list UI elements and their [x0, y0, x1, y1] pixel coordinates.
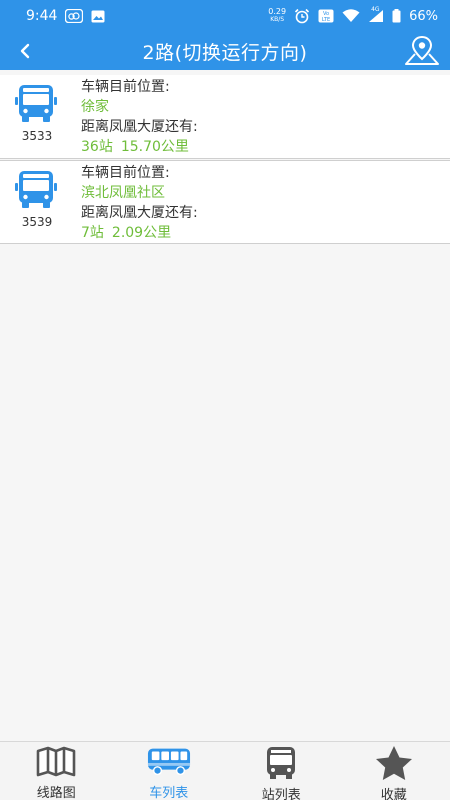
status-time: 9:44	[26, 8, 58, 24]
chevron-left-icon	[20, 43, 30, 59]
map-location-button[interactable]	[404, 34, 440, 68]
signal-icon: 4G	[368, 6, 384, 23]
route-title[interactable]: 2路(切换运行方向)	[0, 38, 450, 65]
bus-icon	[15, 171, 57, 208]
alarm-icon	[294, 8, 310, 24]
tab-stop-list[interactable]: 站列表	[225, 742, 338, 800]
tab-label: 收藏	[380, 788, 407, 800]
bus-icon	[147, 748, 190, 776]
image-icon	[91, 10, 105, 23]
bus-icon	[15, 85, 57, 122]
battery-percent: 66%	[409, 8, 438, 24]
position-label: 车辆目前位置:	[81, 79, 170, 95]
cloud-app-icon	[65, 9, 84, 23]
distance-label: 距离凤凰大厦还有:	[81, 119, 198, 135]
current-position: 滨北凤凰社区	[81, 185, 165, 201]
tab-label: 线路图	[36, 786, 76, 800]
distance-value: 36站 15.70公里	[81, 137, 198, 157]
position-label: 车辆目前位置:	[81, 165, 170, 181]
bus-number: 3533	[21, 129, 53, 143]
tab-label: 车列表	[149, 786, 189, 800]
current-position: 徐家	[81, 99, 109, 115]
tab-vehicle-list[interactable]: 车列表	[113, 742, 226, 800]
tab-route-map[interactable]: 线路图	[0, 742, 113, 800]
bus-number: 3539	[21, 215, 53, 229]
km-remaining: 15.70公里	[120, 139, 189, 155]
network-speed: 0.29 KB/S	[268, 7, 287, 24]
map-pin-icon	[405, 35, 439, 65]
vehicle-info: 车辆目前位置: 徐家 距离凤凰大厦还有: 36站 15.70公里	[81, 77, 198, 157]
app-toolbar: 2路(切换运行方向)	[0, 32, 450, 70]
km-remaining: 2.09公里	[111, 225, 172, 241]
status-bar: 9:44 0.29 KB/S Vo LTE 4G 66%	[0, 0, 450, 32]
distance-label: 距离凤凰大厦还有:	[81, 205, 198, 221]
star-icon	[375, 746, 412, 780]
vehicle-card[interactable]: 3533 车辆目前位置: 徐家 距离凤凰大厦还有: 36站 15.70公里	[0, 75, 450, 159]
stops-remaining: 36站	[81, 139, 113, 155]
map-icon	[36, 746, 76, 777]
volte-icon: Vo LTE	[318, 9, 334, 23]
bus-front-icon	[267, 747, 296, 779]
vehicle-list: 3533 车辆目前位置: 徐家 距离凤凰大厦还有: 36站 15.70公里 353…	[0, 75, 450, 245]
stops-remaining: 7站	[81, 225, 104, 241]
vehicle-info: 车辆目前位置: 滨北凤凰社区 距离凤凰大厦还有: 7站 2.09公里	[81, 163, 198, 243]
svg-text:LTE: LTE	[322, 17, 330, 23]
tab-favorites[interactable]: 收藏	[338, 742, 450, 800]
battery-icon	[392, 9, 401, 23]
distance-value: 7站 2.09公里	[81, 223, 198, 243]
wifi-icon	[342, 9, 360, 23]
tab-label: 站列表	[261, 788, 301, 800]
bottom-nav: 线路图 车列表 站列表 收藏	[0, 741, 450, 800]
back-button[interactable]	[14, 38, 36, 64]
vehicle-card[interactable]: 3539 车辆目前位置: 滨北凤凰社区 距离凤凰大厦还有: 7站 2.09公里	[0, 160, 450, 244]
